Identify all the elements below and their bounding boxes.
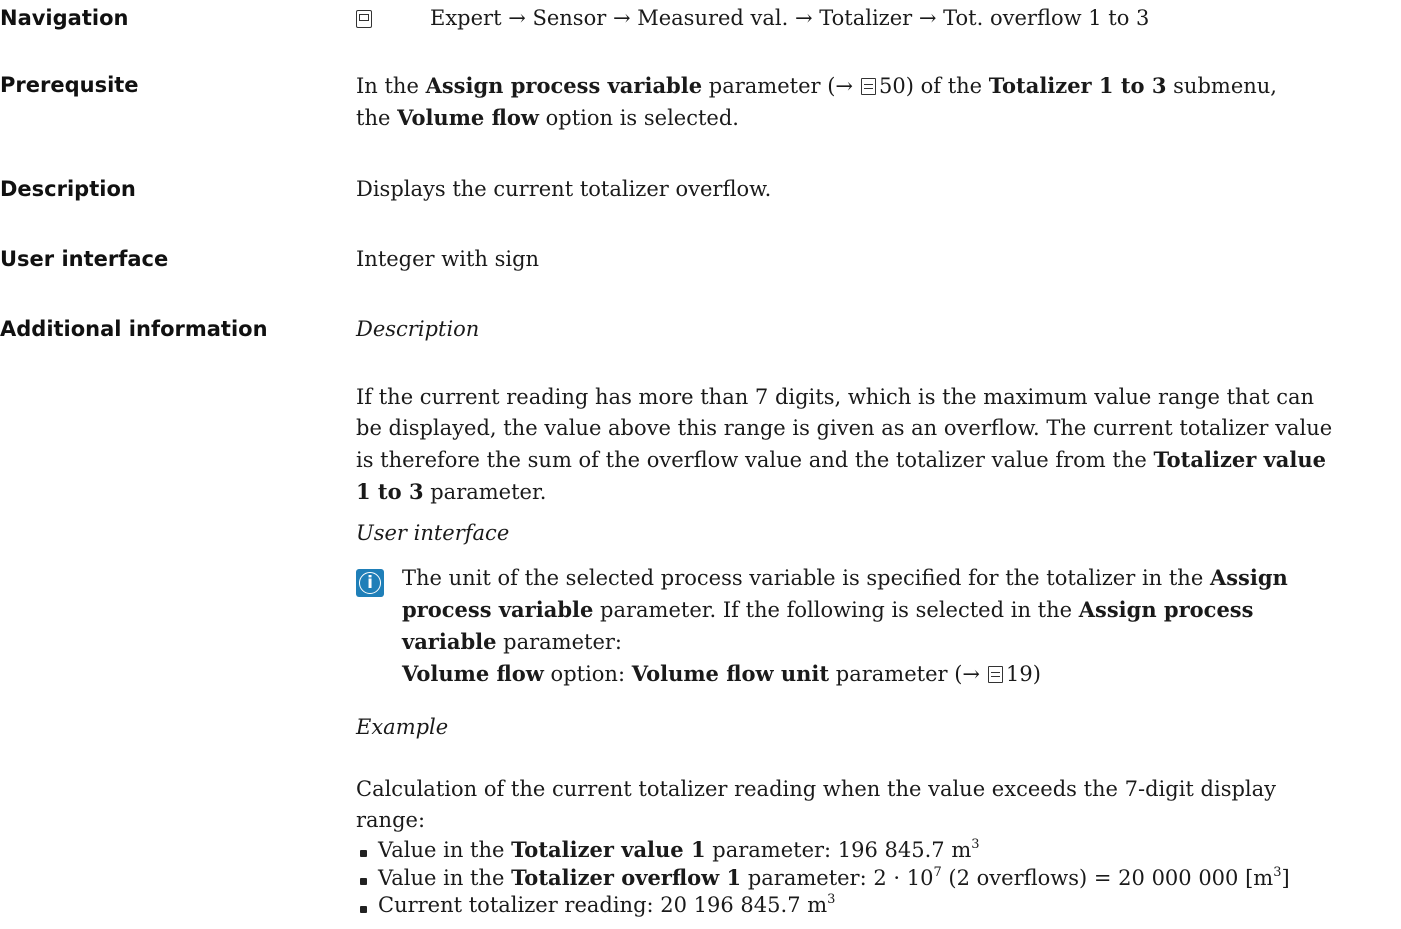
info-note: i The unit of the selected process varia… [0,565,1401,696]
page-reference-icon [988,666,1004,683]
page-reference-icon [861,78,877,95]
example-list: Value in the Totalizer value 1 parameter… [356,836,1386,919]
description-text: Displays the current totalizer overflow. [356,177,772,201]
overflow-explanation: If the current reading has more than 7 d… [356,385,1333,504]
description-label: Description [0,177,136,201]
example-subheading: Example [356,715,449,739]
info-text: The unit of the selected process variabl… [402,565,1288,686]
list-item: Value in the Totalizer value 1 parameter… [356,836,1386,864]
prerequisite-text: In the Assign process variable parameter… [356,73,1277,130]
navigation-label: Navigation [0,6,129,30]
navigation-path: Expert → Sensor → Measured val. → Totali… [430,6,1150,30]
example-text: Calculation of the current totalizer rea… [356,777,1277,832]
info-icon: i [356,569,384,597]
user-interface-label: User interface [0,247,169,271]
additional-info-label: Additional information [0,317,268,341]
user-interface-subheading: User interface [356,521,510,545]
menu-icon [356,10,372,28]
list-item: Value in the Totalizer overflow 1 parame… [356,864,1386,892]
description-subheading: Description [356,317,480,341]
prerequisite-label: Prerequsite [0,73,139,97]
list-item: Current totalizer reading: 20 196 845.7 … [356,892,1386,919]
navigation-row: Navigation Expert → Sensor → Measured va… [0,6,1401,36]
user-interface-text: Integer with sign [356,247,540,271]
